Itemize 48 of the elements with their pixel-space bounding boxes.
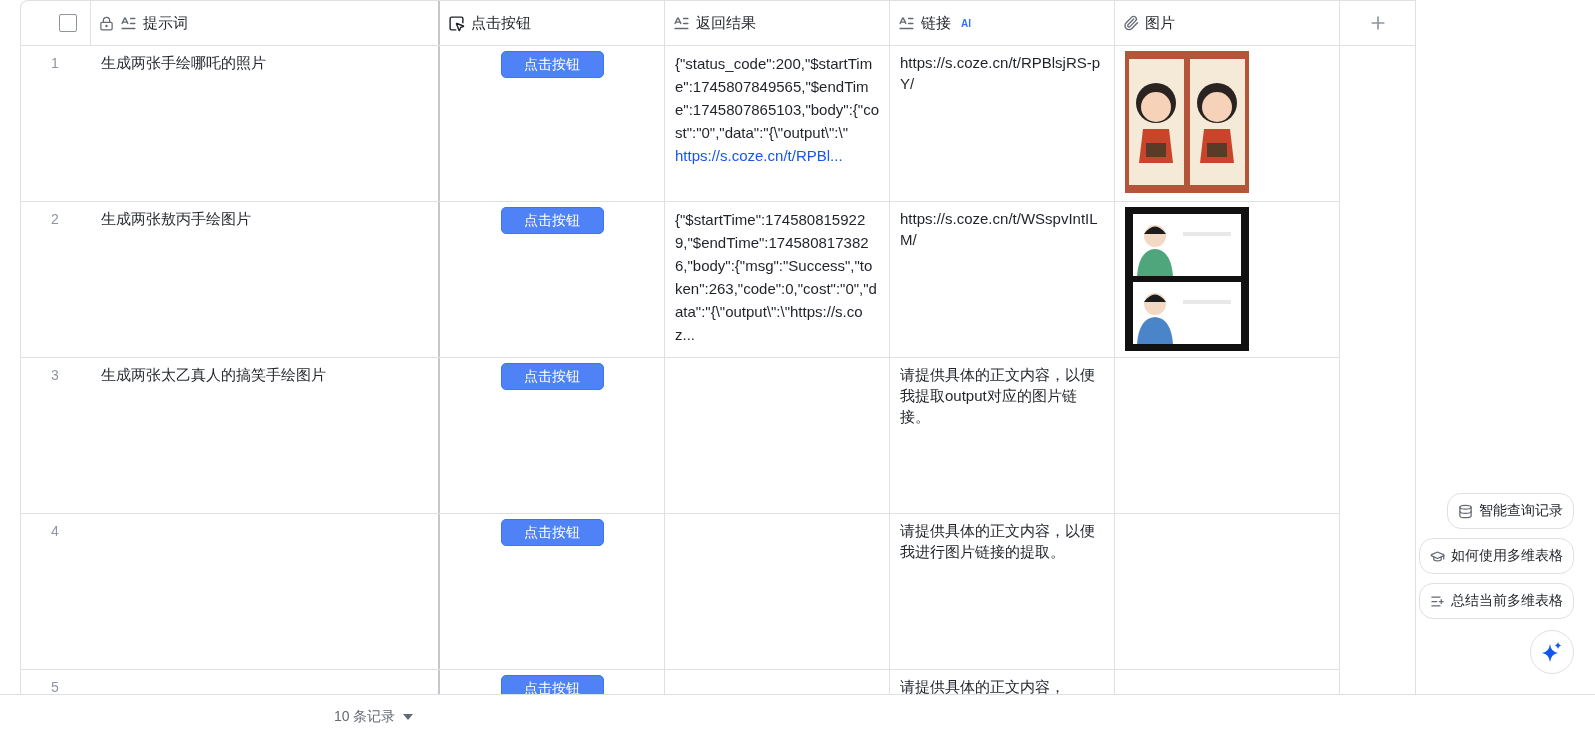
link-text: https://s.coze.cn/t/WSspvIntILM/ [900,209,1099,250]
prompt-text: 生成两张手绘哪吒的照片 [101,53,267,73]
select-all-checkbox[interactable] [59,14,77,32]
column-title: 返回结果 [696,13,756,33]
database-icon [1458,503,1473,519]
link-text: 请提供具体的正文内容， [900,677,1066,695]
text-field-icon [673,14,690,32]
row-number: 2 [51,211,59,227]
click-button[interactable]: 点击按钮 [500,675,604,695]
text-field-icon [120,14,137,32]
ai-assistant-button[interactable] [1530,630,1574,674]
assistant-suggestion[interactable]: 智能查询记录 [1447,493,1574,529]
column-title: 点击按钮 [471,13,531,33]
paperclip-icon [1123,15,1139,31]
row-number: 3 [51,367,59,383]
row-number: 4 [51,523,59,539]
column-header[interactable]: 图片 [1115,1,1340,45]
caret-down-icon[interactable] [403,713,414,720]
link-text: 请提供具体的正文内容，以便我进行图片链接的提取。 [900,521,1096,562]
result-link[interactable]: https://s.coze.cn/t/RPBl... [675,147,843,164]
prompt-text: 生成两张敖丙手绘图片 [101,209,252,229]
click-button[interactable]: 点击按钮 [500,207,604,234]
cursor-icon [448,14,465,32]
column-header[interactable]: 点击按钮 [440,1,665,45]
column-title: 图片 [1145,13,1175,33]
row-number: 5 [51,679,59,695]
click-button[interactable]: 点击按钮 [500,363,604,390]
column-header[interactable]: 链接 AI [890,1,1115,45]
prompt-text: 生成两张太乙真人的搞笑手绘图片 [101,365,327,385]
record-count[interactable]: 10 条记录 [334,707,396,726]
row-number: 1 [51,55,59,71]
column-header[interactable]: 提示词 [91,1,440,45]
click-button[interactable]: 点击按钮 [500,519,604,546]
result-text: {"$startTime":1745808159229,"$endTime":1745808173826,"body":{"msg":"Success","token":263,"code":0,"cost":"0","data":"{\"output\":\"https://s.coz... [675,211,877,343]
link-text: https://s.coze.cn/t/RPBlsjRS-pY/ [900,53,1102,94]
column-title: 提示词 [143,13,188,33]
assistant-suggestion[interactable]: 如何使用多维表格 [1419,538,1574,574]
click-button[interactable]: 点击按钮 [500,51,604,78]
link-text: 请提供具体的正文内容，以便我提取output对应的图片链接。 [900,365,1096,427]
list-icon [1430,593,1445,609]
sparkle-icon [1541,641,1563,663]
text-field-icon [898,14,915,32]
column-title: 链接 [921,13,951,33]
result-text: {"status_code":200,"$startTime":1745807849565,"$endTime":1745807865103,"body":{"cost":"0","data":"{\"output\":\" [675,55,879,141]
column-header[interactable]: 返回结果 [665,1,890,45]
assistant-suggestion[interactable]: 总结当前多维表格 [1419,583,1574,619]
ai-label: AI [961,17,971,29]
graduation-cap-icon [1430,548,1445,564]
